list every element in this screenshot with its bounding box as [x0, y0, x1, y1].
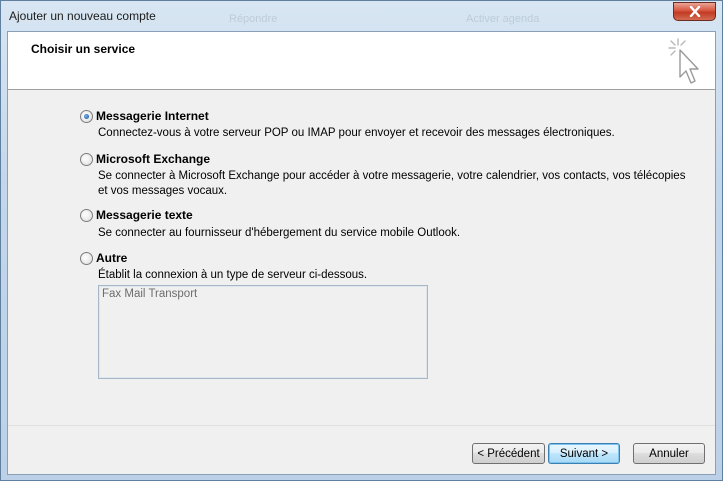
option-label[interactable]: Messagerie texte [96, 208, 193, 222]
next-button[interactable]: Suivant > [548, 443, 620, 464]
page-title: Choisir un service [31, 42, 136, 56]
option-description: Se connecter au fournisseur d'hébergemen… [98, 227, 461, 239]
option-description: Se connecter à Microsoft Exchange pour a… [98, 170, 686, 197]
option-label[interactable]: Messagerie Internet [96, 109, 209, 123]
title-bar[interactable]: Ajouter un nouveau compte Répondre Activ… [1, 1, 722, 31]
footer-divider [8, 425, 715, 426]
background-text: Activer agenda [466, 13, 540, 25]
option-label[interactable]: Microsoft Exchange [96, 152, 210, 166]
radio-messagerie-internet[interactable] [80, 110, 93, 123]
option-description: Connectez-vous à votre serveur POP ou IM… [98, 127, 615, 139]
dialog-body: Choisir un service Messagerie Internet C… [7, 31, 716, 475]
cancel-button[interactable]: Annuler [633, 443, 705, 464]
wizard-header: Choisir un service [8, 32, 715, 90]
option-label[interactable]: Autre [96, 251, 127, 265]
close-icon [689, 6, 700, 17]
radio-microsoft-exchange[interactable] [80, 153, 93, 166]
radio-autre[interactable] [80, 252, 93, 265]
window-title: Ajouter un nouveau compte [9, 9, 156, 23]
list-item[interactable]: Fax Mail Transport [102, 288, 424, 300]
wizard-cursor-icon [668, 38, 699, 84]
dialog-window: Ajouter un nouveau compte Répondre Activ… [0, 0, 723, 481]
close-button[interactable] [673, 2, 716, 21]
option-description: Établit la connexion à un type de serveu… [98, 269, 368, 281]
server-type-list[interactable]: Fax Mail Transport [98, 285, 428, 379]
previous-button[interactable]: < Précédent [472, 443, 545, 464]
background-text: Répondre [229, 13, 278, 25]
radio-messagerie-texte[interactable] [80, 209, 93, 222]
